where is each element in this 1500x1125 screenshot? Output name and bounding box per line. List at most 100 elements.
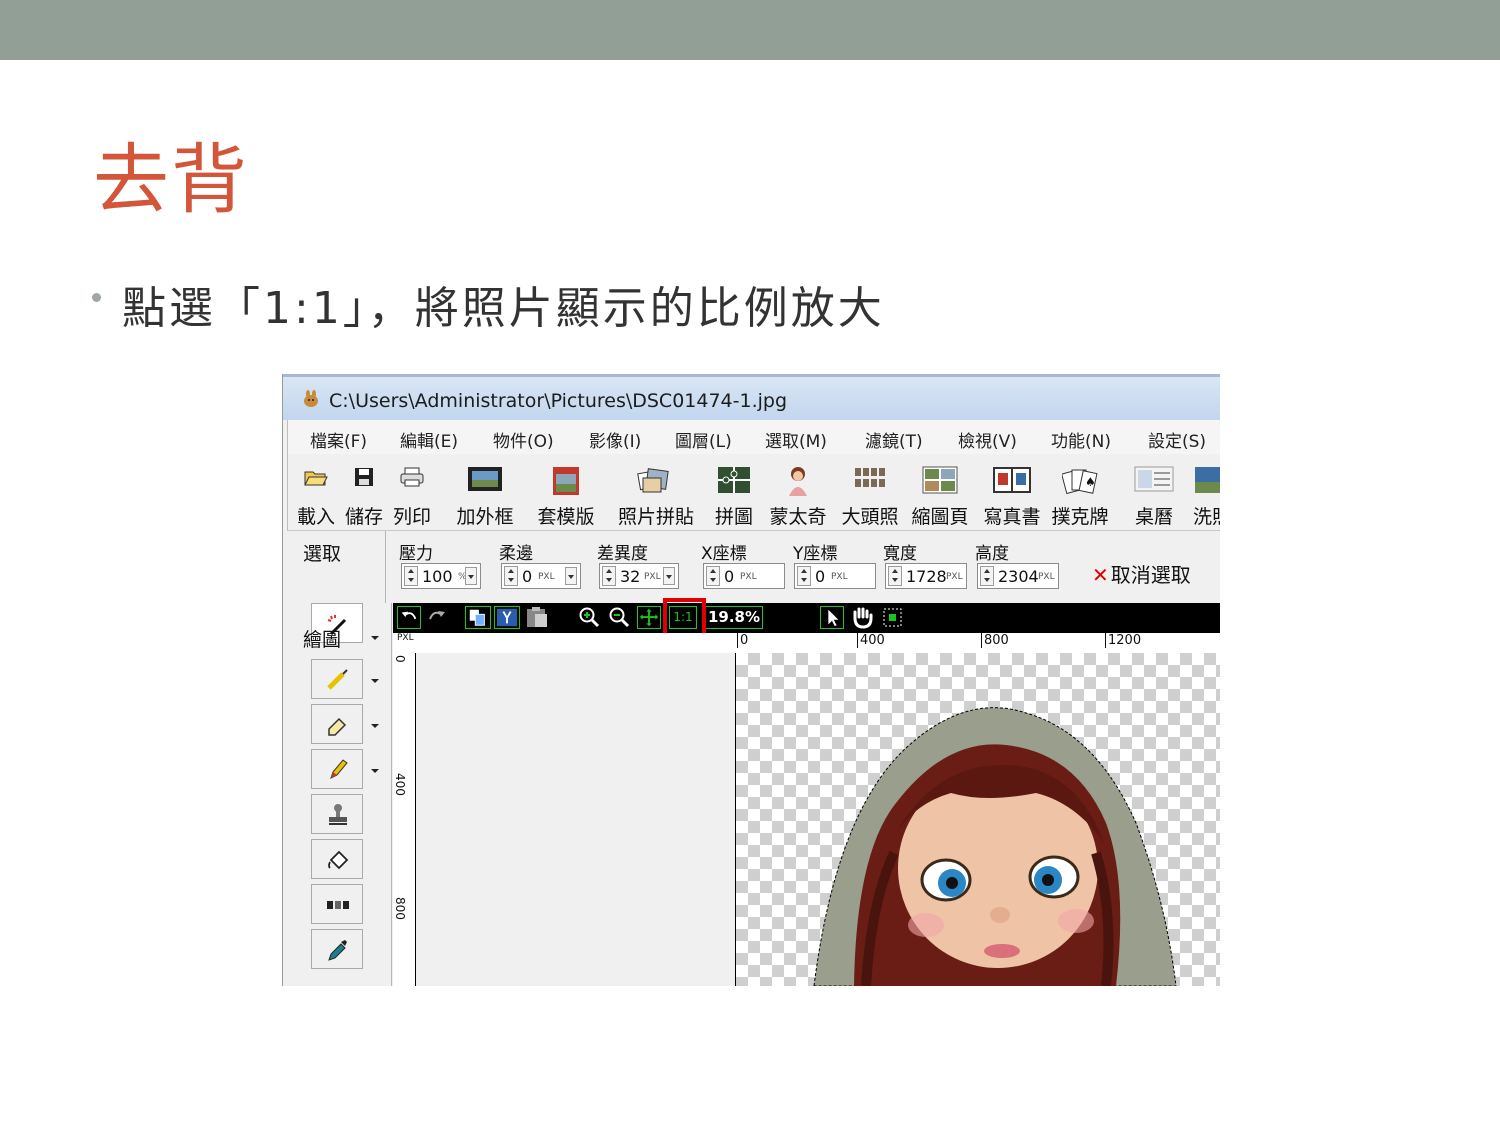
stamp-tool-button[interactable]: [311, 794, 363, 834]
copy-icon[interactable]: [465, 606, 491, 629]
puzzle-icon: [718, 467, 750, 493]
chevron-down-icon[interactable]: [371, 636, 379, 640]
dropdown-arrow-icon[interactable]: [565, 567, 577, 585]
chevron-down-icon[interactable]: [371, 679, 379, 683]
menu-file[interactable]: 檔案(F): [310, 427, 367, 452]
app-logo-icon: [304, 390, 318, 407]
cancel-selection-button[interactable]: ✕ 取消選取: [1092, 559, 1191, 588]
tolerance-label: 差異度: [597, 544, 648, 564]
menu-bar: 檔案(F) 編輯(E) 物件(O) 影像(I) 圖層(L) 選取(M) 濾鏡(T…: [287, 420, 1220, 455]
select-section-label: 選取: [303, 543, 342, 565]
bullet-text: 點選「1:1」，將照片顯示的比例放大: [122, 283, 885, 334]
paste-icon[interactable]: [523, 606, 551, 629]
toolbar-open-button[interactable]: 載入: [297, 458, 335, 528]
height-stepper[interactable]: 2304 PXL: [977, 563, 1059, 589]
photobook-icon: [993, 467, 1031, 493]
bullet-dot: [92, 293, 101, 302]
toolbar-template-button[interactable]: 套模版: [537, 458, 595, 528]
menu-object[interactable]: 物件(O): [493, 427, 554, 452]
brush-tool-button[interactable]: [311, 659, 363, 699]
menu-select[interactable]: 選取(M): [765, 427, 827, 452]
stepper-arrows-icon[interactable]: [706, 566, 720, 586]
ruler-horizontal: PXL 0 400 800 1200: [393, 633, 1220, 654]
paint-bucket-icon: [328, 850, 349, 870]
chevron-down-icon[interactable]: [371, 724, 379, 728]
feather-label: 柔邊: [499, 544, 533, 564]
select-area-icon[interactable]: [881, 606, 905, 629]
x-coordinate-stepper[interactable]: 0 PXL: [703, 563, 785, 589]
menu-settings[interactable]: 設定(S): [1148, 427, 1206, 452]
y-coordinate-stepper[interactable]: 0 PXL: [794, 563, 876, 589]
width-stepper[interactable]: 1728 PXL: [885, 563, 967, 589]
stepper-arrows-icon[interactable]: [980, 566, 994, 586]
toolbar-thumbnail-button[interactable]: 縮圖頁: [911, 458, 969, 528]
undo-icon[interactable]: [397, 606, 421, 629]
brush-icon: [327, 669, 348, 690]
cut-icon[interactable]: [494, 606, 520, 629]
dropdown-arrow-icon[interactable]: [663, 567, 675, 585]
pencil-tool-button[interactable]: [311, 749, 363, 789]
toolbar-montage-button[interactable]: 蒙太奇: [769, 458, 827, 528]
fit-window-icon[interactable]: [637, 606, 661, 629]
toolbar-id-photo-button[interactable]: 大頭照: [841, 458, 899, 528]
pressure-stepper[interactable]: 100 %: [401, 563, 481, 589]
save-icon: [355, 468, 373, 486]
toolbar-save-button[interactable]: 儲存: [345, 458, 383, 528]
toolbar-calendar-button[interactable]: 桌曆: [1132, 458, 1176, 528]
y-coordinate-label: Y座標: [793, 544, 838, 564]
app-screenshot: C:\Users\Administrator\Pictures\DSC01474…: [282, 374, 1220, 986]
image-canvas[interactable]: [736, 653, 1220, 986]
menu-view[interactable]: 檢視(V): [958, 427, 1017, 452]
blur-tool-button[interactable]: [311, 884, 363, 924]
stepper-arrows-icon[interactable]: [404, 566, 418, 586]
menu-edit[interactable]: 編輯(E): [400, 427, 458, 452]
calendar-icon: [1134, 466, 1174, 492]
toolbar-frame-button[interactable]: 加外框: [456, 458, 514, 528]
toolbar-print-photo-button[interactable]: 洗照: [1190, 458, 1220, 528]
fill-bucket-tool-button[interactable]: [311, 839, 363, 879]
template-icon: [553, 467, 579, 495]
open-folder-icon: [304, 471, 328, 486]
stepper-arrows-icon[interactable]: [797, 566, 811, 586]
feather-stepper[interactable]: 0 PXL: [501, 563, 581, 589]
zoom-in-icon[interactable]: [577, 606, 601, 629]
chevron-down-icon[interactable]: [371, 769, 379, 773]
stepper-arrows-icon[interactable]: [602, 566, 616, 586]
menu-layer[interactable]: 圖層(L): [675, 427, 732, 452]
pointer-icon[interactable]: [820, 606, 844, 629]
eyedropper-tool-button[interactable]: [311, 929, 363, 969]
header-band: [0, 0, 1500, 60]
tolerance-stepper[interactable]: 32 PXL: [599, 563, 679, 589]
window-titlebar[interactable]: C:\Users\Administrator\Pictures\DSC01474…: [283, 374, 1220, 420]
hand-icon[interactable]: [849, 606, 875, 629]
poker-icon: ♠: [1062, 469, 1098, 495]
toolbar-poker-button[interactable]: ♠ 撲克牌: [1051, 458, 1109, 528]
stepper-arrows-icon[interactable]: [888, 566, 902, 586]
svg-text:♠: ♠: [1085, 475, 1096, 489]
tool-panel: 繪圖: [287, 603, 392, 986]
dropdown-arrow-icon[interactable]: [465, 567, 477, 585]
eraser-tool-button[interactable]: [311, 704, 363, 744]
menu-function[interactable]: 功能(N): [1051, 427, 1111, 452]
collage-icon: [637, 468, 669, 493]
pencil-icon: [330, 759, 348, 779]
toolbar-puzzle-button[interactable]: 拼圖: [712, 458, 756, 528]
tool-options-bar: 選取 壓力 100 % 柔邊 0 PXL 差異度 32 PXL X座標 0 PX…: [287, 531, 1220, 603]
menu-image[interactable]: 影像(I): [589, 427, 641, 452]
menu-filter[interactable]: 濾鏡(T): [865, 427, 923, 452]
frame-icon: [468, 467, 502, 491]
slide-title: 去背: [93, 135, 249, 224]
print-icon: [400, 467, 424, 487]
blur-icon: [327, 901, 349, 909]
redo-icon[interactable]: [425, 606, 449, 629]
stepper-arrows-icon[interactable]: [504, 566, 518, 586]
zoom-out-icon[interactable]: [607, 606, 631, 629]
zoom-level: 19.8%: [705, 606, 763, 629]
thumbnail-icon: [922, 466, 958, 494]
toolbar-print-button[interactable]: 列印: [393, 458, 431, 528]
toolbar-collage-button[interactable]: 照片拼貼: [618, 458, 694, 528]
canvas-background[interactable]: [416, 653, 736, 986]
id-photo-icon: [855, 468, 885, 487]
eraser-icon: [328, 717, 347, 736]
toolbar-photobook-button[interactable]: 寫真書: [983, 458, 1041, 528]
